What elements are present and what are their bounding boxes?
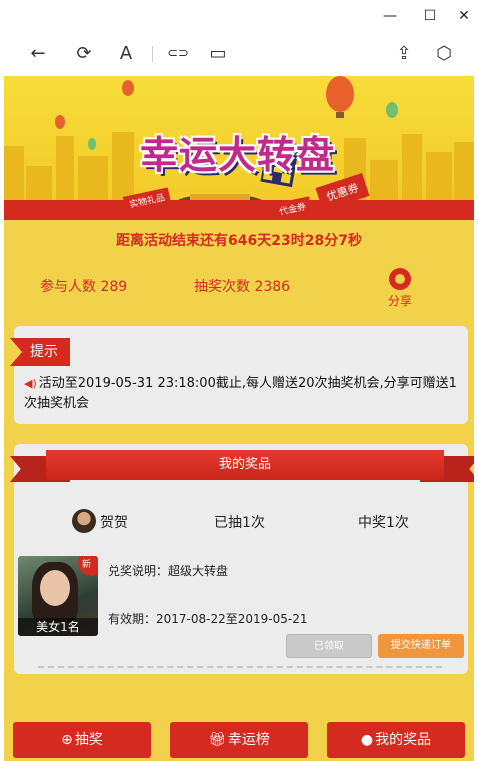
user-icon: ● bbox=[360, 732, 374, 748]
my-prizes-label: 我的奖品 bbox=[375, 732, 432, 748]
aperture-share-icon bbox=[389, 268, 411, 290]
speaker-icon: ◀) bbox=[24, 377, 37, 390]
balloon-icon bbox=[326, 76, 354, 118]
prizes-ribbon: 我的奖品 bbox=[10, 450, 474, 486]
back-icon[interactable]: ← bbox=[26, 42, 50, 66]
new-badge: 新 bbox=[78, 556, 98, 576]
draw-button[interactable]: ⊕ 抽奖 bbox=[13, 722, 151, 758]
link-icon[interactable]: ⊂⊃ bbox=[166, 42, 190, 66]
tip-card: 提示 ◀) 活动至2019-05-31 23:18:00截止,每人赠送20次抽奖机… bbox=[10, 326, 468, 424]
browser-toolbar: ← ⟳ A ⊂⊃ ▭ ⇪ ⬡ bbox=[0, 32, 478, 76]
prize-photo-face bbox=[40, 570, 70, 606]
lottery-page: 幸运大转盘 实物礼品 代金券 优惠券 距离活动结束还有646天23时28分7秒 … bbox=[4, 76, 474, 761]
avatar bbox=[72, 509, 96, 533]
package-icon[interactable]: ⬡ bbox=[432, 42, 456, 66]
draw-label: 抽奖 bbox=[74, 732, 103, 748]
ribbon-body: 我的奖品 bbox=[46, 450, 444, 480]
my-prizes-button[interactable]: ● 我的奖品 bbox=[327, 722, 465, 758]
user-summary-row: 贺贺 已抽1次 中奖1次 bbox=[14, 508, 468, 536]
ranking-button[interactable]: 🎁︎ 幸运榜 bbox=[170, 722, 308, 758]
gift-icon: 🎁︎ bbox=[208, 732, 226, 748]
share-out-icon[interactable]: ⇪ bbox=[392, 42, 416, 66]
window-titlebar: — ☐ ✕ bbox=[0, 0, 478, 32]
banner-title: 幸运大转盘 bbox=[140, 133, 336, 177]
participants-stat: 参与人数 289 bbox=[40, 276, 127, 296]
draws-label: 抽奖次数 bbox=[194, 279, 250, 295]
draws-value: 2386 bbox=[254, 279, 291, 295]
layout-icon[interactable]: ▭ bbox=[206, 42, 230, 66]
refresh-icon[interactable]: ⟳ bbox=[72, 42, 96, 66]
minimize-icon[interactable]: — bbox=[380, 6, 400, 26]
share-button[interactable]: 分享 bbox=[387, 268, 413, 309]
submit-delivery-button[interactable]: 提交快递订单 bbox=[378, 634, 464, 658]
user-name: 贺贺 bbox=[100, 515, 128, 531]
banner: 幸运大转盘 实物礼品 代金券 优惠券 bbox=[4, 76, 474, 220]
my-prizes-card: 我的奖品 贺贺 已抽1次 中奖1次 新 美女1名 兑奖说明：超级大转盘 有效期：… bbox=[10, 444, 474, 674]
tip-badge: 提示 bbox=[10, 338, 70, 366]
ribbon-title: 我的奖品 bbox=[218, 457, 271, 472]
text-size-icon[interactable]: A bbox=[114, 42, 138, 66]
close-icon[interactable]: ✕ bbox=[454, 6, 474, 26]
won-count: 中奖1次 bbox=[358, 515, 409, 531]
ranking-label: 幸运榜 bbox=[227, 732, 270, 748]
prize-caption: 美女1名 bbox=[18, 618, 98, 636]
dashed-divider bbox=[38, 666, 442, 668]
lifebuoy-icon: ⊕ bbox=[61, 732, 73, 748]
prize-image[interactable]: 新 美女1名 bbox=[18, 556, 98, 636]
draws-stat: 抽奖次数 2386 bbox=[194, 276, 290, 296]
participants-value: 289 bbox=[100, 279, 128, 295]
claimed-button[interactable]: 已领取 bbox=[286, 634, 372, 658]
drawn-count: 已抽1次 bbox=[214, 515, 265, 531]
banner-band bbox=[4, 200, 474, 220]
tip-text: 活动至2019-05-31 23:18:00截止,每人赠送20次抽奖机会,分享可… bbox=[24, 376, 457, 411]
share-label: 分享 bbox=[387, 294, 412, 308]
tip-text-block: ◀) 活动至2019-05-31 23:18:00截止,每人赠送20次抽奖机会,分… bbox=[24, 374, 460, 414]
redeem-note: 兑奖说明：超级大转盘 bbox=[108, 564, 229, 578]
maximize-icon[interactable]: ☐ bbox=[420, 6, 440, 26]
countdown-text: 距离活动结束还有646天23时28分7秒 bbox=[116, 233, 362, 249]
validity-period: 有效期：2017-08-22至2019-05-21 bbox=[108, 612, 308, 626]
toolbar-divider bbox=[152, 46, 153, 62]
participants-label: 参与人数 bbox=[40, 279, 96, 295]
